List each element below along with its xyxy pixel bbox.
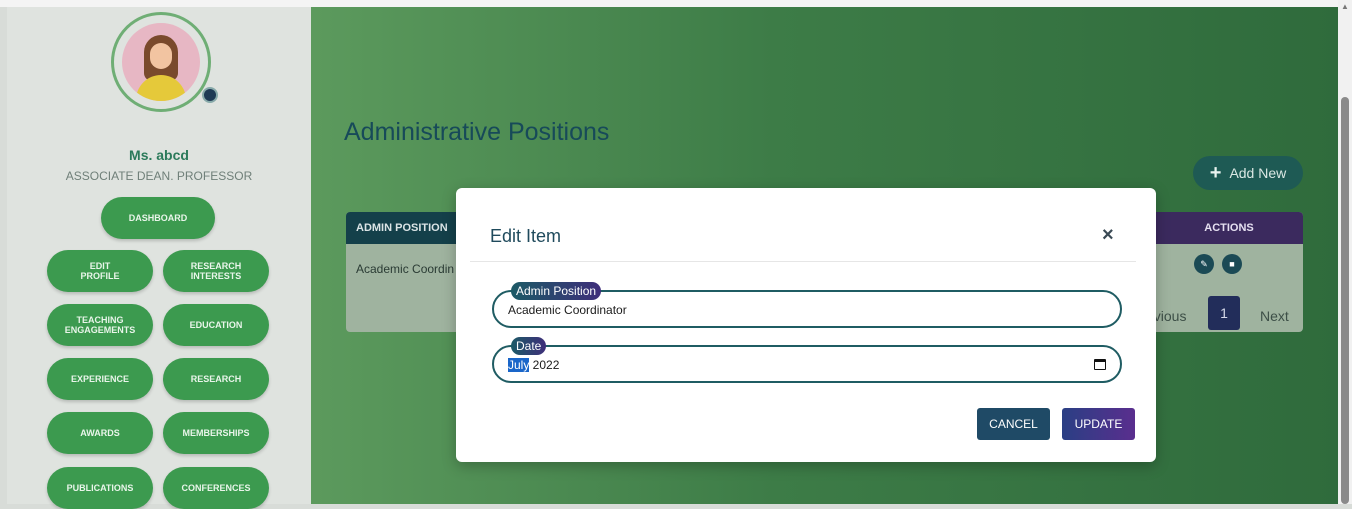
page-title: Administrative Positions (344, 118, 610, 146)
nav-research-interests[interactable]: RESEARCH INTERESTS (163, 250, 269, 292)
admin-position-value: Academic Coordinator (508, 303, 627, 317)
nav-research-interests-label: RESEARCH INTERESTS (190, 261, 242, 281)
table-cell-admin-position: Academic Coordin (356, 262, 455, 276)
nav-dashboard[interactable]: DASHBOARD (101, 197, 215, 239)
top-strip (0, 0, 1352, 7)
add-new-button[interactable]: + Add New (1193, 156, 1303, 190)
cancel-button[interactable]: CANCEL (977, 408, 1050, 440)
scroll-thumb[interactable] (1341, 97, 1349, 504)
nav-research[interactable]: RESEARCH (163, 358, 269, 400)
sidebar: Ms. abcd ASSOCIATE DEAN. PROFESSOR DASHB… (7, 7, 311, 509)
nav-awards[interactable]: AWARDS (47, 412, 153, 454)
column-header-actions: ACTIONS (1155, 212, 1303, 244)
update-button[interactable]: UPDATE (1062, 408, 1135, 440)
date-field[interactable]: Date July 2022 (492, 337, 1122, 383)
date-value: July 2022 (508, 358, 559, 372)
pagination-next[interactable]: Next (1260, 308, 1289, 324)
date-month: July (508, 358, 530, 372)
profile-role: ASSOCIATE DEAN. PROFESSOR (65, 169, 253, 183)
trash-icon[interactable]: ■ (1222, 254, 1242, 274)
nav-education[interactable]: EDUCATION (163, 304, 269, 346)
pagination-page-1[interactable]: 1 (1208, 296, 1240, 330)
nav-experience[interactable]: EXPERIENCE (47, 358, 153, 400)
avatar (122, 23, 200, 101)
edit-icon[interactable]: ✎ (1194, 254, 1214, 274)
modal-divider (470, 261, 1136, 262)
add-new-label: Add New (1229, 165, 1287, 181)
modal-title: Edit Item (490, 226, 562, 246)
nav-edit-profile-label: EDIT PROFILE (80, 261, 120, 281)
plus-icon: + (1209, 162, 1222, 184)
close-icon[interactable]: × (1102, 224, 1114, 247)
date-year: 2022 (529, 358, 560, 372)
camera-icon[interactable] (202, 87, 218, 103)
nav-edit-profile[interactable]: EDIT PROFILE (47, 250, 153, 292)
scroll-up-icon[interactable]: ▲ (1341, 2, 1349, 11)
calendar-icon[interactable] (1094, 359, 1106, 370)
nav-teaching-engagements-label: TEACHING ENGAGEMENTS (64, 315, 136, 335)
nav-memberships[interactable]: MEMBERSHIPS (163, 412, 269, 454)
edit-item-modal: Edit Item × Admin Position Academic Coor… (456, 188, 1156, 462)
admin-position-field[interactable]: Admin Position Academic Coordinator (492, 282, 1122, 328)
scrollbar[interactable]: ▲ (1338, 0, 1352, 504)
nav-teaching-engagements[interactable]: TEACHING ENGAGEMENTS (47, 304, 153, 346)
date-label: Date (511, 337, 547, 355)
admin-position-label: Admin Position (511, 282, 602, 300)
avatar-ring (111, 12, 211, 112)
profile-name: Ms. abcd (129, 147, 189, 163)
nav-publications[interactable]: PUBLICATIONS (47, 467, 153, 509)
nav-conferences[interactable]: CONFERENCES (163, 467, 269, 509)
